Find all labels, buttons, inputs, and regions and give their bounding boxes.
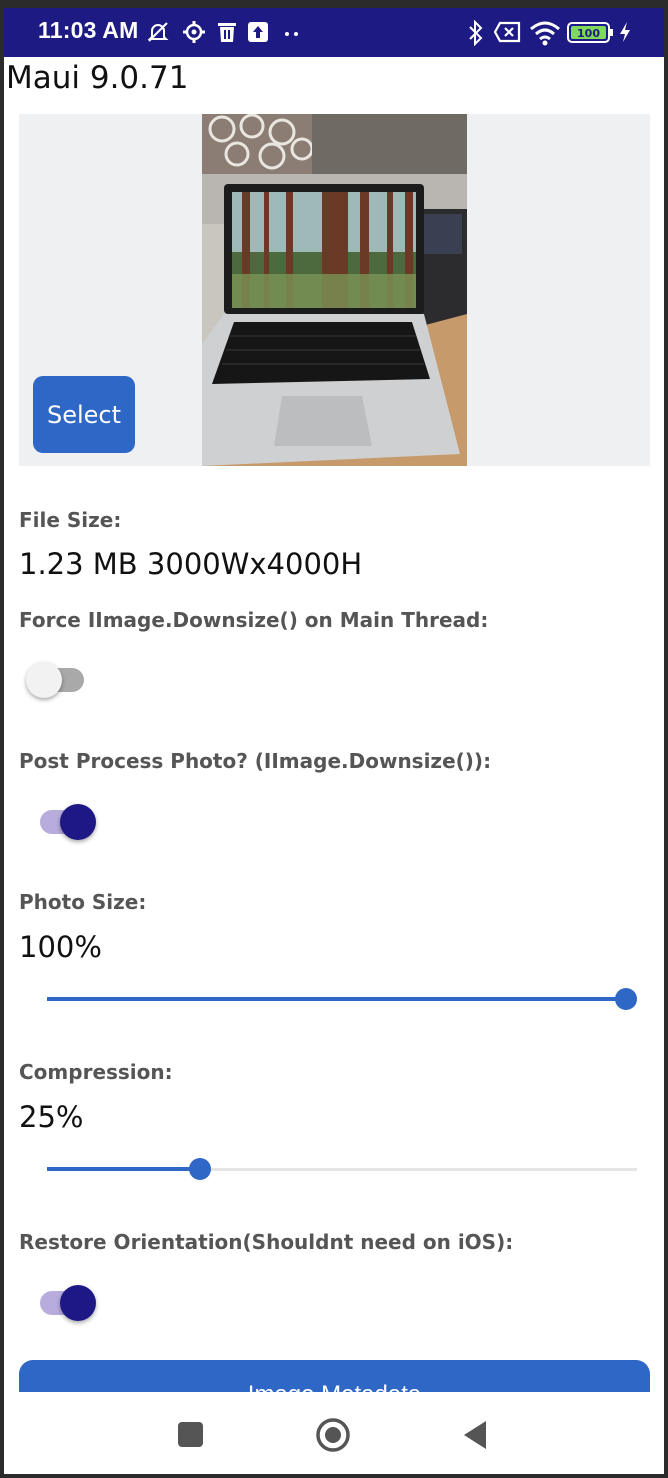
battery-level: 100 bbox=[577, 27, 600, 40]
photo-size-label: Photo Size: bbox=[19, 890, 147, 914]
charging-icon bbox=[618, 20, 632, 49]
image-metadata-button[interactable]: Image Metadata bbox=[19, 1360, 650, 1392]
recents-square-icon[interactable] bbox=[177, 1421, 204, 1453]
slider-fill bbox=[47, 997, 626, 1001]
laptop-photo bbox=[202, 114, 467, 466]
status-time: 11:03 AM bbox=[38, 17, 139, 43]
slider-fill bbox=[47, 1167, 200, 1171]
switch-thumb bbox=[26, 662, 62, 698]
file-size-label: File Size: bbox=[19, 508, 122, 532]
more-dots-icon bbox=[282, 20, 302, 49]
compression-slider[interactable] bbox=[47, 1155, 637, 1185]
restore-orientation-switch[interactable] bbox=[26, 1283, 98, 1323]
file-size-value: 1.23 MB 3000Wx4000H bbox=[19, 547, 363, 581]
force-main-thread-label: Force IImage.Downsize() on Main Thread: bbox=[19, 608, 489, 632]
main-content[interactable]: Maui 9.0.71 Select File Size: 1.23 MB 30… bbox=[4, 57, 664, 1392]
navigation-bar bbox=[4, 1392, 664, 1474]
phone-screen: 11:03 AM 100 Maui 9.0.71 Select File Siz… bbox=[4, 8, 664, 1474]
post-process-label: Post Process Photo? (IImage.Downsize()): bbox=[19, 749, 492, 773]
bluetooth-icon bbox=[467, 19, 485, 51]
restore-orientation-label: Restore Orientation(Shouldnt need on iOS… bbox=[19, 1230, 514, 1254]
photo-size-slider[interactable] bbox=[47, 985, 637, 1015]
settings-icon bbox=[182, 20, 206, 49]
slider-knob[interactable] bbox=[615, 988, 637, 1010]
trash-icon bbox=[216, 20, 238, 49]
switch-thumb bbox=[60, 1285, 96, 1321]
status-bar: 11:03 AM 100 bbox=[4, 8, 664, 57]
battery-icon: 100 bbox=[567, 21, 615, 50]
post-process-switch[interactable] bbox=[26, 802, 98, 842]
home-circle-icon[interactable] bbox=[315, 1417, 351, 1458]
wifi-icon bbox=[529, 20, 561, 51]
compression-value: 25% bbox=[19, 1100, 84, 1134]
compression-label: Compression: bbox=[19, 1060, 173, 1084]
select-button[interactable]: Select bbox=[33, 376, 135, 453]
image-preview-area: Select bbox=[19, 114, 650, 466]
notifications-muted-icon bbox=[146, 20, 170, 49]
force-main-thread-switch[interactable] bbox=[26, 660, 98, 700]
slider-knob[interactable] bbox=[189, 1158, 211, 1180]
switch-thumb bbox=[60, 804, 96, 840]
upload-icon bbox=[247, 20, 269, 49]
app-title: Maui 9.0.71 bbox=[6, 60, 189, 96]
sim-x-icon bbox=[493, 20, 522, 49]
back-triangle-icon[interactable] bbox=[461, 1419, 489, 1456]
photo-size-value: 100% bbox=[19, 930, 102, 964]
